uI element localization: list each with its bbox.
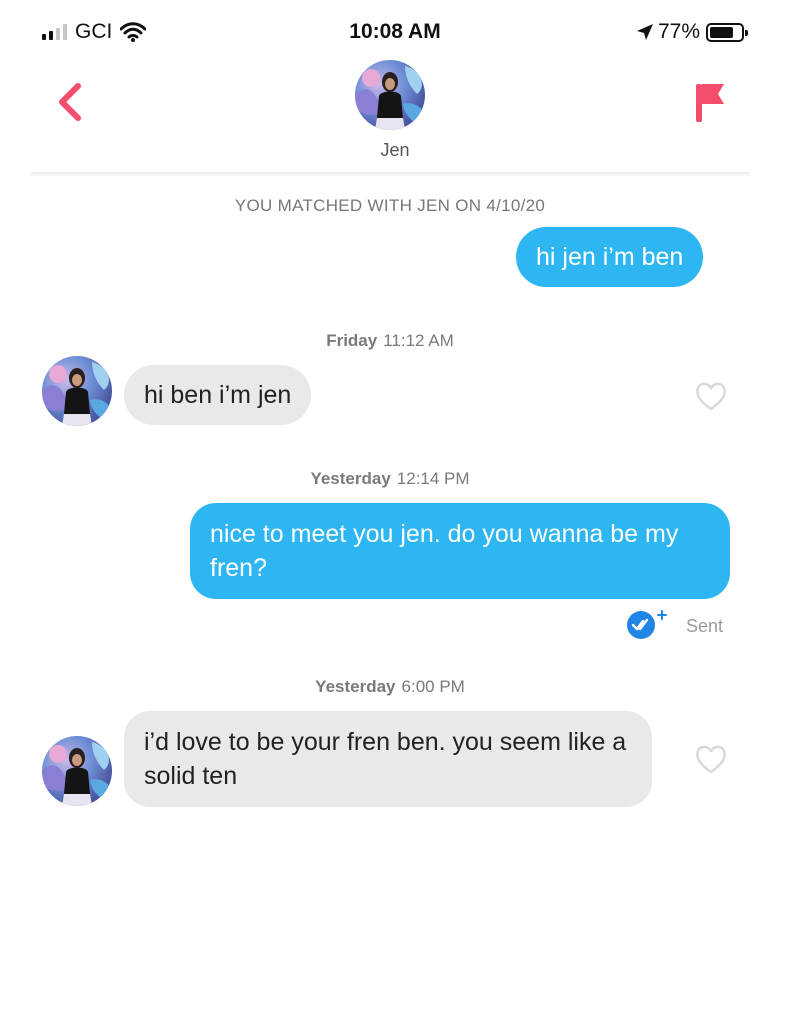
match-note: YOU MATCHED WITH JEN ON 4/10/20 <box>234 196 546 215</box>
location-arrow-icon <box>636 24 653 40</box>
flag-icon <box>696 84 724 122</box>
contact-avatar[interactable] <box>42 356 112 426</box>
like-message-button[interactable] <box>694 380 728 412</box>
heart-icon <box>696 745 726 774</box>
sent-status-label: Sent <box>686 616 724 636</box>
message-text: nice to meet you jen. do you wanna be my… <box>210 520 679 582</box>
message-timestamp: Yesterday 6:00 PM <box>315 677 465 696</box>
header-divider <box>30 172 750 176</box>
contact-avatar[interactable] <box>355 60 425 130</box>
message-timestamp: Yesterday 12:14 PM <box>310 469 470 488</box>
read-receipt-icon <box>627 610 667 639</box>
report-button[interactable] <box>690 80 730 126</box>
sent-indicator <box>626 608 676 642</box>
contact-name[interactable]: Jen <box>0 140 790 161</box>
chat-screen: GCI 10:08 AM 77% Jen YOU MATCHED WITH JE… <box>0 0 790 1010</box>
like-message-button[interactable] <box>694 743 728 775</box>
incoming-message-bubble[interactable]: hi ben i’m jen <box>124 365 312 425</box>
battery-percent: 77% <box>657 20 700 43</box>
incoming-message-bubble[interactable]: i’d love to be your fren ben. you seem l… <box>124 711 652 807</box>
message-text: i’d love to be your fren ben. you seem l… <box>144 728 627 790</box>
status-bar: GCI 10:08 AM 77% <box>0 0 790 60</box>
chevron-left-icon <box>59 83 81 121</box>
outgoing-message-bubble[interactable]: hi jen i’m ben <box>516 227 704 287</box>
battery-icon <box>706 22 748 42</box>
message-timestamp: Friday 11:12 AM <box>326 331 454 350</box>
heart-icon <box>696 382 726 411</box>
outgoing-message-bubble[interactable]: nice to meet you jen. do you wanna be my… <box>190 503 730 599</box>
back-button[interactable] <box>48 78 92 126</box>
contact-avatar[interactable] <box>42 736 112 806</box>
battery-level-fill <box>710 26 734 38</box>
message-text: hi jen i’m ben <box>536 243 684 271</box>
message-text: hi ben i’m jen <box>144 381 292 409</box>
chat-header: Jen <box>0 58 790 176</box>
